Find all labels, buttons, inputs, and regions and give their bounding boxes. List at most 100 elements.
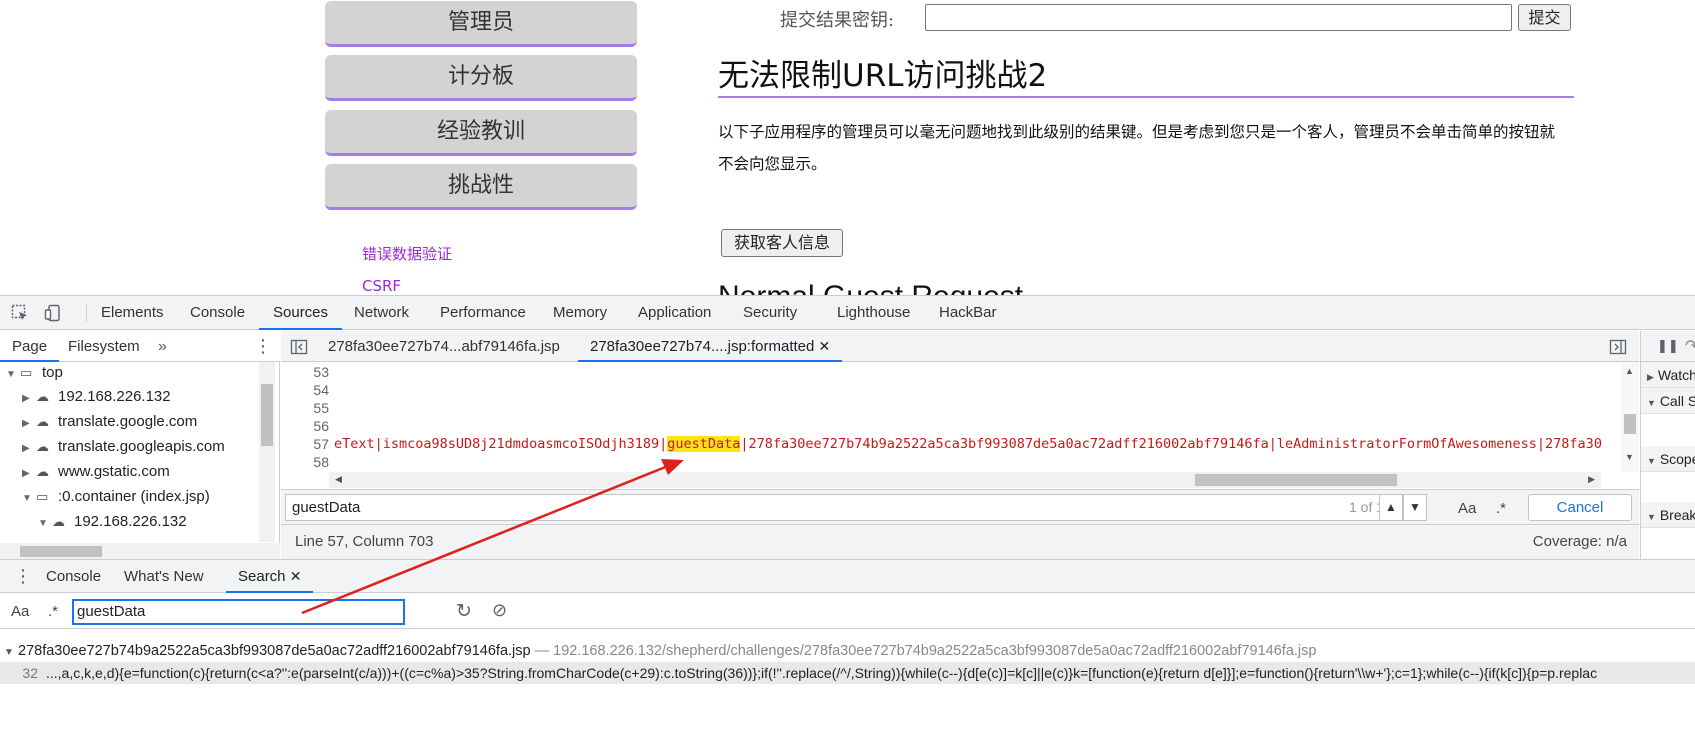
more-options-icon[interactable]: ⋮ xyxy=(254,331,272,362)
source-editor: 278fa30ee727b74...abf79146fa.jsp 278fa30… xyxy=(281,331,1639,559)
tree-item-host[interactable]: ▶ ☁ 192.168.226.132 xyxy=(22,384,171,409)
tree-item-translate-apis[interactable]: ▶ ☁ translate.googleapis.com xyxy=(22,434,225,459)
tree-item-container-host[interactable]: ▼ ☁ 192.168.226.132 xyxy=(38,509,187,534)
find-previous-icon[interactable]: ▲ xyxy=(1379,494,1403,521)
scroll-thumb[interactable] xyxy=(1195,474,1397,486)
tab-elements[interactable]: Elements xyxy=(101,296,164,330)
tab-application[interactable]: Application xyxy=(638,296,711,330)
cloud-icon: ☁ xyxy=(36,464,49,479)
navigator-horizontal-scrollbar[interactable] xyxy=(0,543,280,559)
search-input[interactable]: guestData xyxy=(72,599,405,625)
nav-button-lessons[interactable]: 经验教训 xyxy=(325,110,637,156)
collapse-triangle-icon[interactable]: ▶ xyxy=(22,461,36,486)
regex-toggle[interactable]: .* xyxy=(1496,500,1506,517)
clear-icon[interactable]: ⊘ xyxy=(492,600,507,621)
section-watch[interactable]: ▶ Watch xyxy=(1641,362,1695,388)
inspect-element-icon[interactable] xyxy=(11,304,29,322)
match-case-toggle[interactable]: Aa xyxy=(1458,500,1476,517)
result-line-number: 32 xyxy=(22,665,38,681)
step-over-icon[interactable]: ↷ xyxy=(1685,336,1695,356)
code-text: |278fa30ee727b74b9a2522a5ca3bf993087de5a… xyxy=(740,436,1602,452)
scroll-thumb[interactable] xyxy=(20,546,102,557)
search-result-line[interactable]: 32 ...,a,c,k,e,d){e=function(c){return(c<… xyxy=(0,662,1695,684)
webpage: 管理员 计分板 经验教训 挑战性 错误数据验证 CSRF 提交结果密钥: 提交 … xyxy=(0,0,1695,295)
result-snippet: ...,a,c,k,e,d){e=function(c){return(c<a?… xyxy=(46,665,1598,681)
devtools-drawer: ⋮ Console What's New Search ✕ Aa .* gues… xyxy=(0,559,1695,731)
expand-triangle-icon[interactable]: ▼ xyxy=(0,642,18,664)
code-area[interactable]: 53 54 55 56 57 58 59 eText|ismcoa98sUD8j… xyxy=(281,362,1621,472)
toggle-navigator-icon[interactable] xyxy=(290,331,308,362)
scroll-up-icon[interactable]: ▲ xyxy=(1625,366,1634,376)
refresh-icon[interactable]: ↻ xyxy=(456,600,472,623)
tab-performance[interactable]: Performance xyxy=(440,296,526,330)
editor-tab-formatted[interactable]: 278fa30ee727b74....jsp:formatted ✕ xyxy=(578,331,843,362)
close-icon[interactable]: ✕ xyxy=(819,338,831,354)
tab-lighthouse[interactable]: Lighthouse xyxy=(837,296,910,330)
device-toolbar-icon[interactable] xyxy=(44,304,62,322)
nav-button-admin[interactable]: 管理员 xyxy=(325,1,637,47)
section-breakpoints[interactable]: ▼ Breakpoints xyxy=(1641,502,1695,528)
drawer-tab-console[interactable]: Console xyxy=(46,560,101,593)
tab-hackbar[interactable]: HackBar xyxy=(939,296,997,330)
toggle-debugger-icon[interactable] xyxy=(1609,331,1627,362)
line-number: 57 xyxy=(313,436,329,452)
expand-triangle-icon[interactable]: ▼ xyxy=(6,362,20,387)
tab-filesystem[interactable]: Filesystem xyxy=(68,331,140,362)
find-input[interactable]: guestData xyxy=(285,494,1407,521)
nav-button-scoreboard[interactable]: 计分板 xyxy=(325,55,637,101)
collapse-triangle-icon[interactable]: ▶ xyxy=(22,411,36,436)
drawer-tab-search[interactable]: Search ✕ xyxy=(226,560,314,593)
scroll-right-icon[interactable]: ▶ xyxy=(1588,474,1595,485)
cursor-position: Line 57, Column 703 xyxy=(295,533,434,550)
nav-button-challenges[interactable]: 挑战性 xyxy=(325,164,637,210)
expand-triangle-icon[interactable]: ▼ xyxy=(22,486,36,511)
result-key-label: 提交结果密钥: xyxy=(780,10,895,31)
navigator-vertical-scrollbar[interactable] xyxy=(259,362,275,542)
pause-icon[interactable]: ❚❚ xyxy=(1657,338,1679,354)
collapse-triangle-icon[interactable]: ▶ xyxy=(22,386,36,411)
result-key-input[interactable] xyxy=(925,4,1512,31)
sidelink-data-validation[interactable]: 错误数据验证 xyxy=(362,243,452,264)
drawer-tab-whats-new[interactable]: What's New xyxy=(124,560,204,593)
tree-item-gstatic[interactable]: ▶ ☁ www.gstatic.com xyxy=(22,459,170,484)
match-case-toggle[interactable]: Aa xyxy=(11,603,29,620)
collapse-triangle-icon[interactable]: ▶ xyxy=(22,436,36,461)
regex-toggle[interactable]: .* xyxy=(48,603,58,620)
scroll-down-icon[interactable]: ▼ xyxy=(1625,452,1634,462)
tab-sources[interactable]: Sources xyxy=(259,296,343,330)
get-guest-info-button[interactable]: 获取客人信息 xyxy=(721,229,843,257)
expand-triangle-icon[interactable]: ▼ xyxy=(38,511,52,536)
tab-page[interactable]: Page xyxy=(0,331,60,362)
debugger-sidebar: ❚❚ ↷ ▶ Watch ▼ Call Stack ▼ Scope ▼ Brea… xyxy=(1640,331,1695,559)
search-result-file[interactable]: ▼ 278fa30ee727b74b9a2522a5ca3bf993087de5a… xyxy=(0,640,1695,662)
scroll-thumb[interactable] xyxy=(1624,414,1636,434)
tab-console[interactable]: Console xyxy=(190,296,245,330)
frame-icon: ▭ xyxy=(20,365,33,380)
close-icon[interactable]: ✕ xyxy=(290,568,302,584)
tab-security[interactable]: Security xyxy=(743,296,797,330)
cloud-icon: ☁ xyxy=(36,389,49,404)
sidelink-csrf[interactable]: CSRF xyxy=(362,277,401,295)
tree-item-translate[interactable]: ▶ ☁ translate.google.com xyxy=(22,409,197,434)
scroll-left-icon[interactable]: ◀ xyxy=(335,474,342,485)
find-next-icon[interactable]: ▼ xyxy=(1403,494,1427,521)
search-toolbar: Aa .* guestData ↻ ⊘ xyxy=(0,593,1695,629)
tab-memory[interactable]: Memory xyxy=(553,296,607,330)
section-call-stack[interactable]: ▼ Call Stack xyxy=(1641,388,1695,414)
editor-tab-source[interactable]: 278fa30ee727b74...abf79146fa.jsp xyxy=(328,331,560,362)
scroll-thumb[interactable] xyxy=(261,384,273,446)
drawer-menu-icon[interactable]: ⋮ xyxy=(14,560,32,593)
submit-button[interactable]: 提交 xyxy=(1518,4,1571,31)
challenge-title: 无法限制URL访问挑战2 xyxy=(718,58,1048,94)
section-scope[interactable]: ▼ Scope xyxy=(1641,446,1695,472)
find-cancel-button[interactable]: Cancel xyxy=(1528,494,1632,521)
tree-label: translate.google.com xyxy=(58,413,198,430)
tree-label: :0.container (index.jsp) xyxy=(58,488,210,505)
editor-horizontal-scrollbar[interactable]: ◀ ▶ xyxy=(329,472,1601,488)
editor-vertical-scrollbar[interactable]: ▲ ▼ xyxy=(1621,362,1639,472)
chevron-double-right-icon[interactable]: » xyxy=(158,331,167,362)
tree-item-container[interactable]: ▼ ▭:0.container (index.jsp) xyxy=(22,484,210,509)
tree-label: 192.168.226.132 xyxy=(74,513,187,530)
tree-item-top[interactable]: ▼ ▭ top xyxy=(6,360,63,385)
tab-network[interactable]: Network xyxy=(354,296,409,330)
